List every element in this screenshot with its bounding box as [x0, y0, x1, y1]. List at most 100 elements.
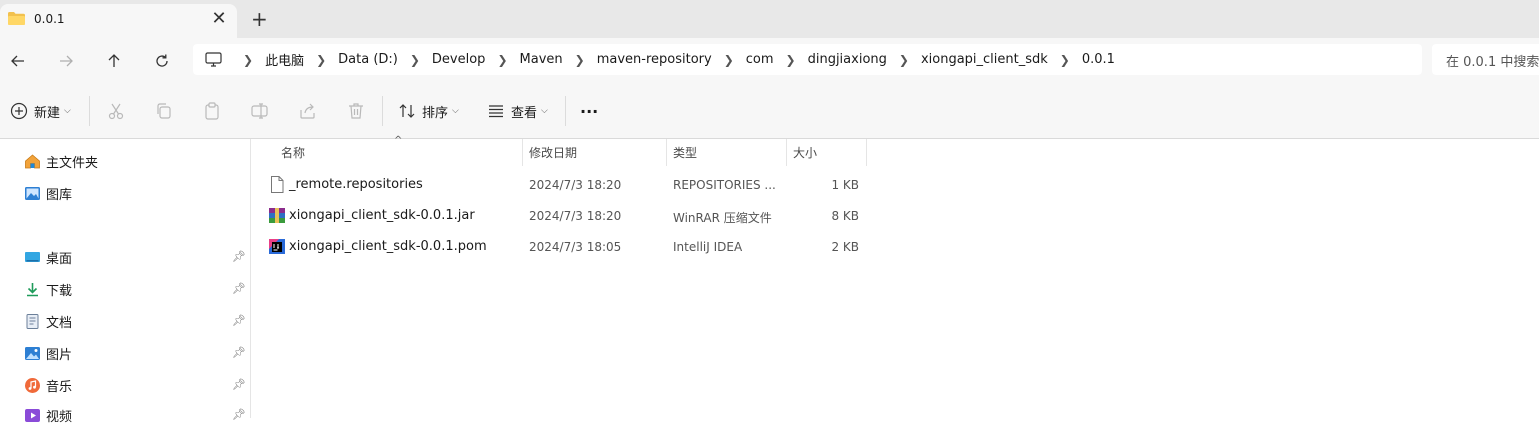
arrow-up-icon: [108, 54, 120, 67]
column-divider[interactable]: [522, 139, 523, 166]
sidebar-item-label: 音乐: [46, 379, 73, 395]
file-type: WinRAR 压缩文件: [673, 211, 772, 225]
arrow-left-icon: [11, 55, 24, 67]
column-divider[interactable]: [866, 139, 867, 166]
pin-icon[interactable]: 📌︎: [232, 314, 246, 327]
more-options-button[interactable]: ···: [580, 99, 598, 123]
address-bar[interactable]: ❯ 此电脑 ❯ Data (D:) ❯ Develop ❯ Maven ❯ ma…: [193, 44, 1422, 75]
sidebar-item-label: 桌面: [46, 251, 73, 267]
more-icon: ···: [580, 101, 599, 121]
music-icon: [25, 377, 40, 393]
pictures-icon: [25, 346, 40, 360]
file-size: 8 KB: [831, 209, 859, 223]
sidebar-item-label: 下载: [46, 283, 73, 299]
pin-icon[interactable]: 📌︎: [232, 250, 246, 263]
tab-close-button[interactable]: ✕: [210, 8, 228, 29]
sidebar-item-pictures[interactable]: 图片 📌︎: [24, 343, 246, 363]
divider: [382, 96, 383, 126]
pin-icon[interactable]: 📌︎: [232, 282, 246, 295]
intellij-icon: [269, 239, 285, 254]
back-button[interactable]: [6, 49, 30, 73]
chevron-down-icon: ⌵: [64, 106, 71, 116]
sidebar-item-desktop[interactable]: 桌面 📌︎: [24, 247, 246, 267]
paste-icon[interactable]: [202, 101, 222, 121]
file-date: 2024/7/3 18:20: [529, 178, 622, 192]
pin-icon[interactable]: 📌︎: [232, 346, 246, 359]
breadcrumb-item-maven-repository[interactable]: maven-repository: [597, 52, 712, 67]
chevron-right-icon[interactable]: ❯: [575, 53, 585, 67]
sidebar-item-gallery[interactable]: 图库: [24, 183, 246, 203]
share-icon[interactable]: [298, 101, 318, 121]
sort-icon: [399, 104, 415, 118]
sidebar-item-label: 图库: [46, 187, 73, 203]
winrar-icon: [269, 208, 285, 223]
column-header-size[interactable]: 大小: [793, 139, 817, 166]
sidebar-item-music[interactable]: 音乐 📌︎: [24, 375, 246, 395]
sidebar-item-home[interactable]: 主文件夹: [24, 151, 246, 171]
pin-icon[interactable]: 📌︎: [232, 378, 246, 391]
chevron-right-icon[interactable]: ❯: [1060, 53, 1070, 67]
desktop-icon: [25, 251, 40, 262]
download-icon: [27, 282, 38, 296]
chevron-right-icon[interactable]: ❯: [316, 53, 326, 67]
new-button[interactable]: 新建 ⌵: [10, 99, 71, 123]
plus-circle-icon: [10, 102, 28, 120]
file-name: xiongapi_client_sdk-0.0.1.pom: [289, 239, 487, 254]
breadcrumb-item-data-d[interactable]: Data (D:): [338, 52, 398, 67]
chevron-right-icon[interactable]: ❯: [410, 53, 420, 67]
sidebar-item-downloads[interactable]: 下载 📌︎: [24, 279, 246, 299]
home-icon: [25, 153, 40, 168]
cut-icon[interactable]: [106, 101, 126, 121]
column-header-date[interactable]: 修改日期: [529, 139, 577, 166]
breadcrumb-item-dingjiaxiong[interactable]: dingjiaxiong: [808, 52, 887, 67]
pin-icon[interactable]: 📌︎: [232, 408, 246, 421]
sidebar-item-videos[interactable]: 视频 📌︎: [24, 405, 246, 425]
view-button[interactable]: 查看 ⌵: [487, 99, 548, 123]
column-divider[interactable]: [786, 139, 787, 166]
refresh-button[interactable]: [150, 49, 174, 73]
column-header-type[interactable]: 类型: [673, 139, 697, 166]
breadcrumb-item-develop[interactable]: Develop: [432, 52, 486, 67]
breadcrumb-item-com[interactable]: com: [746, 52, 774, 67]
new-tab-button[interactable]: +: [251, 7, 268, 31]
divider: [89, 96, 90, 126]
sidebar-item-label: 文档: [46, 315, 73, 331]
search-placeholder: 在 0.0.1 中搜索: [1446, 55, 1539, 70]
forward-button[interactable]: [54, 49, 78, 73]
delete-icon[interactable]: [346, 101, 366, 121]
command-bar: 新建 ⌵ 排序 ⌵ 查看 ⌵ ···: [0, 84, 1539, 139]
breadcrumb-item-version[interactable]: 0.0.1: [1082, 52, 1115, 67]
file-name: xiongapi_client_sdk-0.0.1.jar: [289, 208, 475, 223]
sidebar-item-label: 图片: [46, 347, 73, 363]
tab-title: 0.0.1: [34, 12, 65, 26]
copy-icon[interactable]: [154, 101, 174, 121]
breadcrumb-item-this-pc[interactable]: 此电脑: [265, 50, 304, 69]
sort-label: 排序: [422, 105, 449, 121]
tab-current[interactable]: 0.0.1 ✕: [0, 4, 237, 38]
file-row[interactable]: xiongapi_client_sdk-0.0.1.pom 2024/7/3 1…: [269, 236, 869, 258]
tab-strip: 0.0.1 ✕ +: [0, 0, 1539, 38]
file-type: IntelliJ IDEA: [673, 240, 743, 254]
divider: [565, 96, 566, 126]
chevron-right-icon[interactable]: ❯: [786, 53, 796, 67]
file-list: ^ 名称 修改日期 类型 大小 _remote.repositories 202…: [251, 135, 1539, 418]
search-box[interactable]: 在 0.0.1 中搜索: [1432, 44, 1539, 75]
rename-icon[interactable]: [250, 101, 270, 121]
view-list-icon: [489, 105, 503, 118]
chevron-right-icon[interactable]: ❯: [243, 53, 253, 67]
chevron-right-icon[interactable]: ❯: [899, 53, 909, 67]
breadcrumb-item-xiongapi-client-sdk[interactable]: xiongapi_client_sdk: [921, 52, 1048, 67]
chevron-right-icon[interactable]: ❯: [497, 53, 507, 67]
sidebar-item-label: 视频: [46, 409, 73, 425]
sidebar-item-documents[interactable]: 文档 📌︎: [24, 311, 246, 331]
navigation-bar: ❯ 此电脑 ❯ Data (D:) ❯ Develop ❯ Maven ❯ ma…: [0, 38, 1539, 84]
column-header-name[interactable]: 名称: [281, 139, 305, 166]
sort-button[interactable]: 排序 ⌵: [398, 99, 459, 123]
file-row[interactable]: xiongapi_client_sdk-0.0.1.jar 2024/7/3 1…: [269, 205, 869, 227]
file-type: REPOSITORIES ...: [673, 178, 776, 192]
file-row[interactable]: _remote.repositories 2024/7/3 18:20 REPO…: [269, 174, 869, 196]
chevron-right-icon[interactable]: ❯: [724, 53, 734, 67]
breadcrumb-item-maven[interactable]: Maven: [520, 52, 563, 67]
column-divider[interactable]: [666, 139, 667, 166]
up-button[interactable]: [102, 49, 126, 73]
